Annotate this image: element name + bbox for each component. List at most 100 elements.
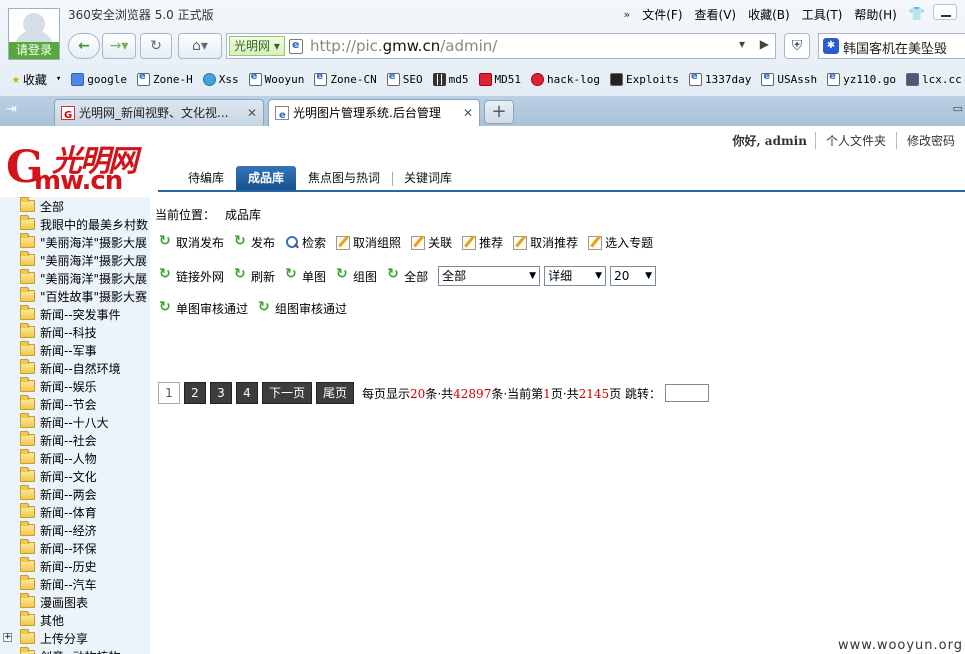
tree-item[interactable]: 新闻--十八大	[0, 413, 150, 431]
sidebar-toggle-icon[interactable]: ⇥	[6, 102, 17, 117]
tree-item[interactable]: "百姓故事"摄影大赛	[0, 287, 150, 305]
nav-finished-library[interactable]: 成品库	[236, 166, 297, 190]
tree-item[interactable]: 新闻--两会	[0, 485, 150, 503]
tool-button[interactable]: 发布	[234, 233, 275, 251]
menu-favorites[interactable]: 收藏(B)	[748, 6, 790, 23]
tool-button[interactable]: 取消发布	[159, 233, 224, 251]
menu-tools[interactable]: 工具(T)	[802, 6, 843, 23]
tool-button[interactable]: 取消组照	[336, 234, 401, 251]
bookmark-wooyun[interactable]: Wooyun	[248, 71, 304, 86]
tab-gmw-news[interactable]: 光明网_新闻视野、文化视... ✕	[54, 99, 264, 126]
tree-item[interactable]: 全部	[0, 197, 150, 215]
tree-item[interactable]: 漫画图表	[0, 593, 150, 611]
change-password-link[interactable]: 修改密码	[895, 132, 965, 149]
tree-item[interactable]: 新闻--文化	[0, 467, 150, 485]
page-4[interactable]: 4	[236, 382, 258, 404]
bookmark-zone-h[interactable]: Zone-H	[137, 71, 193, 86]
bookmark-usassh[interactable]: USAssh	[761, 71, 817, 86]
bookmark-google[interactable]: google	[71, 72, 127, 86]
tool-button[interactable]: 链接外网	[159, 266, 224, 285]
bookmark-xss[interactable]: Xss	[202, 72, 239, 86]
page-3[interactable]: 3	[210, 382, 232, 404]
page-1[interactable]: 1	[158, 382, 180, 404]
menu-help[interactable]: 帮助(H)	[854, 6, 896, 23]
url-text[interactable]: http://pic.gmw.cn/admin/	[310, 37, 497, 55]
go-icon[interactable]: ▶	[760, 37, 769, 51]
tool-button[interactable]: 单图	[285, 266, 326, 285]
forward-button[interactable]: →▾	[102, 33, 136, 59]
category-select[interactable]: 全部 ▼	[438, 266, 541, 286]
reload-icon[interactable]: ↻	[140, 33, 172, 59]
next-page-button[interactable]: 下一页	[262, 382, 313, 404]
tool-button[interactable]: 组图	[336, 266, 377, 285]
security-shield-icon[interactable]: ⛨	[784, 33, 810, 59]
login-button[interactable]: 请登录	[9, 42, 59, 59]
bookmark-lcx[interactable]: lcx.cc	[906, 72, 962, 86]
tree-item[interactable]: 新闻--社会	[0, 431, 150, 449]
back-button[interactable]: ←	[68, 33, 100, 59]
tree-item[interactable]: "美丽海洋"摄影大展	[0, 269, 150, 287]
tool-button[interactable]: 组图审核通过	[258, 299, 347, 317]
favorites-button[interactable]: ★ 收藏 ▾	[12, 71, 61, 88]
site-tag[interactable]: 光明网 ▾	[229, 36, 285, 56]
tree-item[interactable]: 新闻--娱乐	[0, 377, 150, 395]
tree-item[interactable]: 新闻--历史	[0, 557, 150, 575]
tool-button[interactable]: 选入专题	[588, 234, 653, 251]
address-bar[interactable]: 光明网 ▾ http://pic.gmw.cn/admin/ ▾ ▶	[226, 33, 776, 59]
tool-button[interactable]: 关联	[411, 234, 452, 251]
bookmark-md51[interactable]: MD51	[478, 72, 521, 86]
nav-draft-library[interactable]: 待编库	[176, 166, 236, 190]
tab-admin[interactable]: 光明图片管理系统.后台管理 ✕	[268, 99, 480, 126]
bookmark-md5[interactable]: md5	[432, 72, 469, 86]
close-icon[interactable]: ✕	[463, 100, 473, 126]
tree-item[interactable]: 我眼中的最美乡村数	[0, 215, 150, 233]
close-icon[interactable]: ✕	[247, 100, 257, 126]
tool-button[interactable]: 全部	[387, 266, 428, 285]
url-dropdown-icon[interactable]: ▾	[739, 37, 745, 51]
minimize-button[interactable]	[933, 4, 957, 20]
bookmark-1337day[interactable]: 1337day	[688, 71, 751, 86]
search-input[interactable]: ✱ 韩国客机在美坠毁	[818, 33, 965, 59]
last-page-button[interactable]: 尾页	[316, 382, 355, 404]
nav-keyword-library[interactable]: 关键词库	[392, 166, 464, 190]
user-avatar[interactable]: 请登录	[8, 8, 60, 60]
bookmark-exploits[interactable]: Exploits	[609, 72, 679, 86]
tab-list-icon[interactable]: ▭	[953, 102, 963, 115]
menu-view[interactable]: 查看(V)	[695, 6, 737, 23]
personal-folder-link[interactable]: 个人文件夹	[814, 132, 896, 149]
page-2[interactable]: 2	[184, 382, 206, 404]
tree-item[interactable]: 新闻--人物	[0, 449, 150, 467]
jump-page-input[interactable]	[665, 384, 710, 402]
tree-item[interactable]: 新闻--自然环境	[0, 359, 150, 377]
menu-arrows-icon[interactable]: »	[624, 8, 631, 21]
tree-item[interactable]: 新闻--节会	[0, 395, 150, 413]
tool-button[interactable]: 取消推荐	[513, 234, 578, 251]
tree-item[interactable]: + 上传分享	[0, 629, 150, 647]
skin-shirt-icon[interactable]: 👕	[909, 7, 925, 22]
tree-item[interactable]: 新闻--突发事件	[0, 305, 150, 323]
tree-item[interactable]: "美丽海洋"摄影大展	[0, 251, 150, 269]
tree-item[interactable]: 新闻--经济	[0, 521, 150, 539]
expand-plus-icon[interactable]: +	[3, 633, 12, 642]
tool-button[interactable]: 检索	[285, 234, 326, 251]
bookmark-seo[interactable]: SEO	[386, 71, 423, 86]
bookmark-zone-cn[interactable]: Zone-CN	[314, 71, 377, 86]
gmw-logo[interactable]: G 光明网 mw.cn	[6, 136, 158, 196]
tool-button[interactable]: 单图审核通过	[159, 299, 248, 317]
home-button[interactable]: ⌂▾	[178, 33, 222, 59]
tool-button[interactable]: 刷新	[234, 266, 275, 285]
tree-item[interactable]: 新闻--军事	[0, 341, 150, 359]
tree-item[interactable]: 新闻--科技	[0, 323, 150, 341]
new-tab-button[interactable]: +	[484, 100, 514, 124]
page-size-select[interactable]: 20 ▼	[610, 266, 657, 286]
tree-item[interactable]: 创意--动物植物	[0, 647, 150, 654]
tree-item[interactable]: 其他	[0, 611, 150, 629]
tool-button[interactable]: 推荐	[462, 234, 503, 251]
nav-focus-hotwords[interactable]: 焦点图与热词	[296, 166, 392, 190]
tree-item[interactable]: "美丽海洋"摄影大展	[0, 233, 150, 251]
bookmark-hack-log[interactable]: hack-log	[531, 72, 600, 86]
view-select[interactable]: 详细 ▼	[544, 266, 607, 286]
bookmark-yz110[interactable]: yz110.go	[827, 71, 896, 86]
tree-item[interactable]: 新闻--环保	[0, 539, 150, 557]
menu-file[interactable]: 文件(F)	[642, 6, 682, 23]
